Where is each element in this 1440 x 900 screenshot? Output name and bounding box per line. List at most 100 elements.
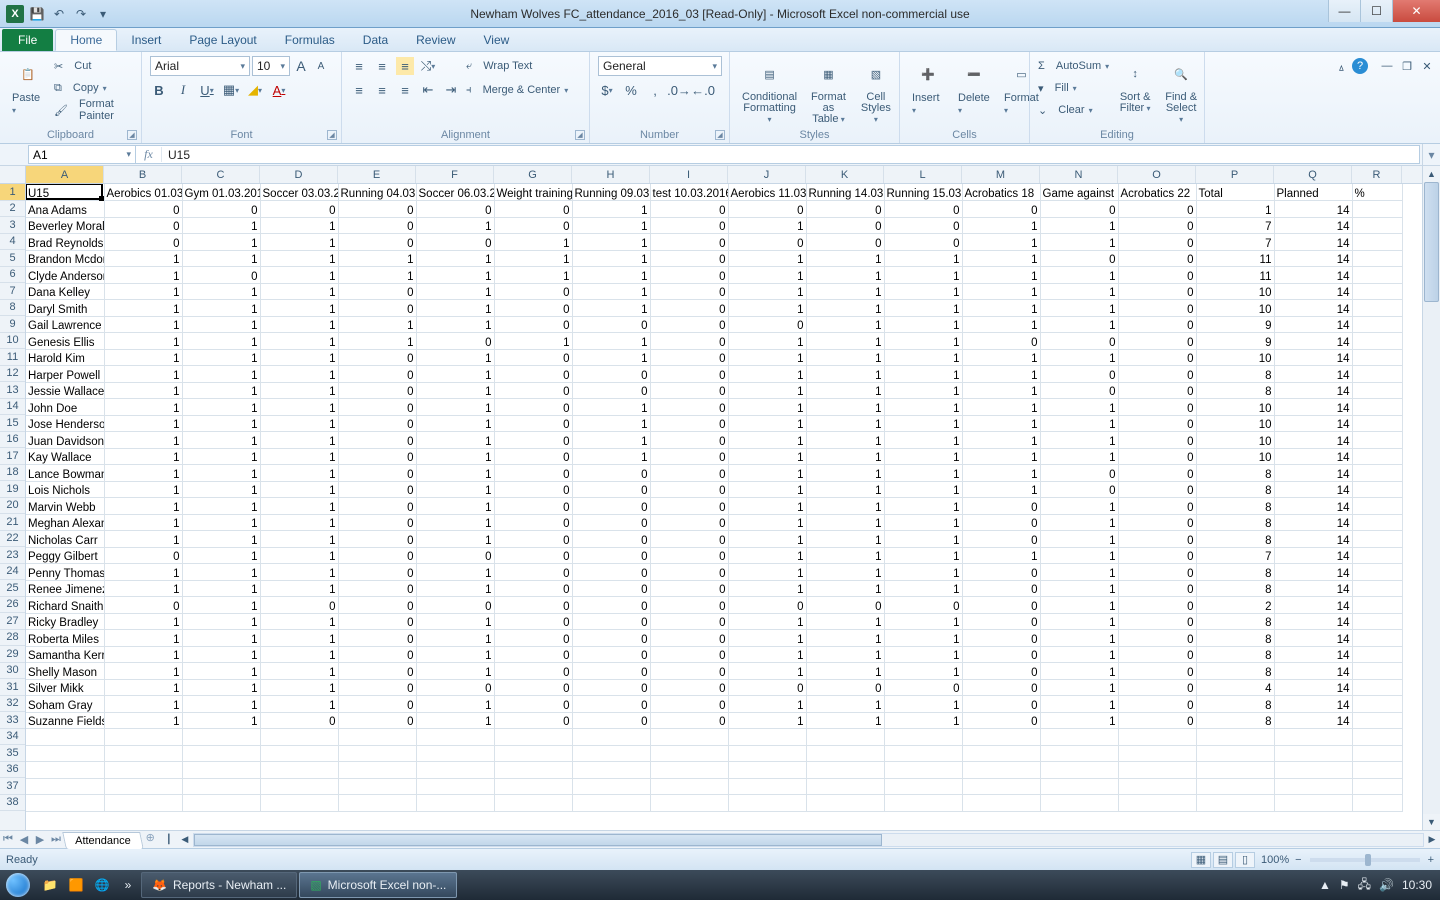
cell[interactable]: 1 — [104, 465, 182, 482]
vertical-scrollbar[interactable]: ▲ ▼ — [1422, 166, 1440, 830]
cell[interactable]: 0 — [650, 514, 728, 531]
cell[interactable]: 1 — [1040, 564, 1118, 581]
cell[interactable]: 0 — [1118, 679, 1196, 696]
row-header-7[interactable]: 7 — [0, 283, 25, 300]
cell[interactable]: 0 — [650, 580, 728, 597]
cell[interactable] — [884, 795, 962, 812]
column-header-D[interactable]: D — [260, 166, 338, 183]
cell[interactable]: 1 — [182, 300, 260, 317]
cell[interactable]: 1 — [182, 399, 260, 416]
cell[interactable]: 0 — [962, 613, 1040, 630]
cell[interactable]: 0 — [572, 514, 650, 531]
cell[interactable]: 0 — [962, 696, 1040, 713]
cell[interactable]: 0 — [182, 201, 260, 218]
column-header-F[interactable]: F — [416, 166, 494, 183]
cell[interactable]: 1 — [1040, 547, 1118, 564]
cell[interactable]: 0 — [1040, 201, 1118, 218]
row-header-11[interactable]: 11 — [0, 349, 25, 366]
row-header-28[interactable]: 28 — [0, 630, 25, 647]
cell[interactable]: 0 — [260, 201, 338, 218]
cell[interactable]: 1 — [260, 234, 338, 251]
cell[interactable] — [1352, 366, 1402, 383]
cell[interactable]: 14 — [1274, 316, 1352, 333]
cell-styles-button[interactable]: ▧Cell Styles — [856, 56, 896, 127]
cell[interactable]: 1 — [182, 630, 260, 647]
cell[interactable]: 0 — [650, 201, 728, 218]
row-header-21[interactable]: 21 — [0, 514, 25, 531]
cell[interactable]: 0 — [338, 382, 416, 399]
cell[interactable]: 14 — [1274, 630, 1352, 647]
cell[interactable]: 0 — [572, 646, 650, 663]
cell[interactable] — [338, 778, 416, 795]
cell[interactable] — [1352, 564, 1402, 581]
cell[interactable]: 0 — [104, 217, 182, 234]
cell[interactable]: Peggy Gilbert — [26, 547, 104, 564]
cell[interactable]: 1 — [884, 646, 962, 663]
cell[interactable] — [1274, 729, 1352, 746]
zoom-level[interactable]: 100% — [1261, 854, 1289, 866]
row-header-1[interactable]: 1 — [0, 184, 25, 201]
cell[interactable] — [1352, 382, 1402, 399]
cell[interactable]: 1 — [182, 498, 260, 515]
cell[interactable]: 1 — [260, 217, 338, 234]
row-header-35[interactable]: 35 — [0, 745, 25, 762]
cell[interactable]: 1 — [806, 283, 884, 300]
cell[interactable]: 10 — [1196, 415, 1274, 432]
cell[interactable]: Acrobatics 18 — [962, 184, 1040, 201]
hscroll-thumb[interactable] — [194, 834, 882, 846]
autosum-button[interactable]: Σ AutoSum — [1038, 56, 1109, 76]
cell[interactable] — [650, 729, 728, 746]
cell[interactable]: 1 — [260, 663, 338, 680]
cell[interactable]: 14 — [1274, 465, 1352, 482]
row-header-13[interactable]: 13 — [0, 382, 25, 399]
row-header-32[interactable]: 32 — [0, 696, 25, 713]
cell[interactable]: 1 — [884, 382, 962, 399]
cell[interactable]: 1 — [962, 316, 1040, 333]
cell[interactable]: 0 — [884, 217, 962, 234]
cell[interactable]: 0 — [962, 630, 1040, 647]
cell[interactable]: 0 — [650, 283, 728, 300]
cell[interactable]: 1 — [806, 531, 884, 548]
cell[interactable]: 0 — [338, 547, 416, 564]
cell[interactable]: 8 — [1196, 646, 1274, 663]
cell[interactable]: 1 — [806, 415, 884, 432]
cell[interactable]: 0 — [1118, 597, 1196, 614]
row-header-10[interactable]: 10 — [0, 333, 25, 350]
cell[interactable] — [1352, 531, 1402, 548]
cell[interactable]: 0 — [1118, 217, 1196, 234]
cell[interactable]: 1 — [1040, 514, 1118, 531]
cell[interactable] — [104, 778, 182, 795]
cell[interactable] — [104, 762, 182, 779]
cell[interactable] — [494, 762, 572, 779]
cell[interactable]: 1 — [104, 349, 182, 366]
cell[interactable] — [1352, 696, 1402, 713]
cell[interactable] — [1118, 795, 1196, 812]
cell[interactable]: 14 — [1274, 547, 1352, 564]
cell[interactable]: 0 — [1118, 267, 1196, 284]
cell[interactable]: 1 — [416, 498, 494, 515]
cell[interactable]: 0 — [572, 712, 650, 729]
cell[interactable]: 0 — [338, 646, 416, 663]
cell[interactable]: 14 — [1274, 250, 1352, 267]
cell[interactable]: 1 — [104, 283, 182, 300]
cell[interactable]: 0 — [494, 217, 572, 234]
cell[interactable] — [338, 762, 416, 779]
hscroll-split[interactable]: ┃ — [161, 834, 177, 845]
cell[interactable]: 14 — [1274, 382, 1352, 399]
cell[interactable]: 1 — [572, 333, 650, 350]
cell[interactable]: 0 — [494, 366, 572, 383]
cell[interactable]: 14 — [1274, 267, 1352, 284]
cell[interactable]: 1 — [182, 366, 260, 383]
zoom-in-button[interactable]: + — [1428, 854, 1434, 866]
cell[interactable] — [1352, 481, 1402, 498]
cell[interactable]: 10 — [1196, 399, 1274, 416]
cell[interactable]: 0 — [650, 448, 728, 465]
cell[interactable]: 1 — [884, 432, 962, 449]
view-normal-button[interactable]: ▦ — [1191, 852, 1211, 868]
cell[interactable]: 0 — [728, 316, 806, 333]
cell[interactable]: 0 — [1118, 613, 1196, 630]
cell[interactable]: Total — [1196, 184, 1274, 201]
cell[interactable]: 0 — [572, 481, 650, 498]
cell[interactable]: 8 — [1196, 366, 1274, 383]
cell[interactable]: 1 — [884, 712, 962, 729]
